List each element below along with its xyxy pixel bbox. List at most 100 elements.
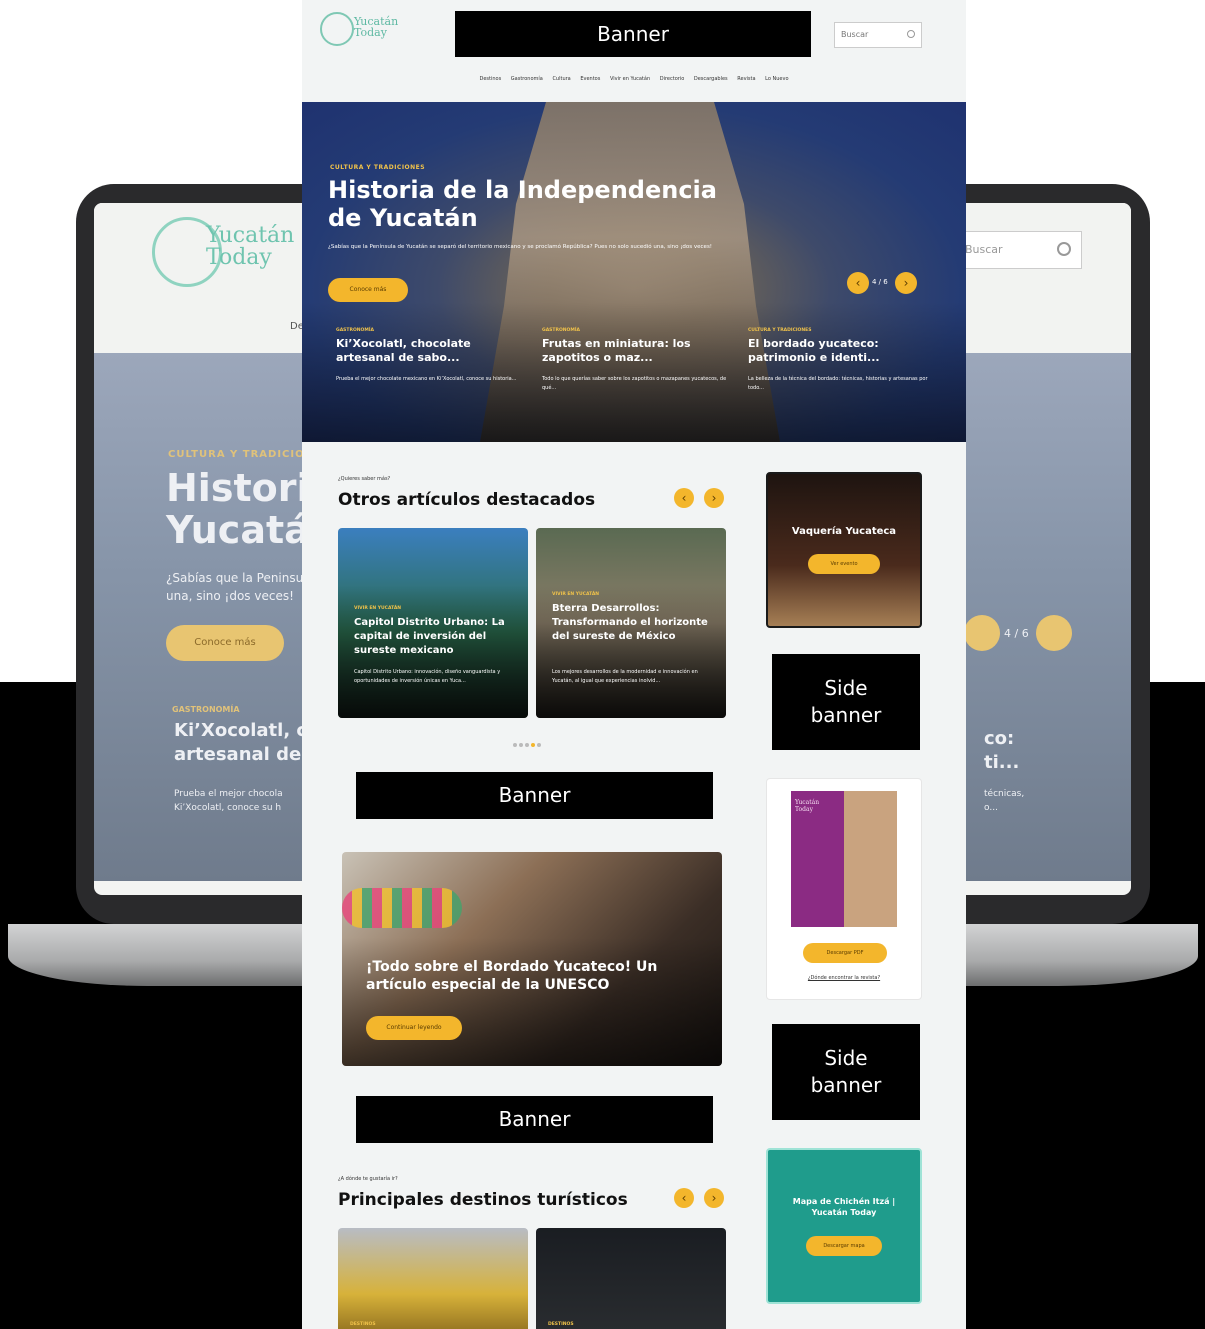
hero-card-title: Frutas en miniatura: los zapotitos o maz… xyxy=(542,337,691,364)
card-text: Capitol Distrito Urbano: innovación, dis… xyxy=(354,669,501,684)
laptop-right-text-line1: técnicas, xyxy=(984,789,1025,799)
hero-prev-arrow-icon[interactable]: ‹ xyxy=(847,272,869,294)
main-content: ¿Quieres saber más? Otros artículos dest… xyxy=(302,442,966,1329)
hero-card-category: CULTURA Y TRADICIONES xyxy=(748,328,812,333)
featured-pagination xyxy=(512,732,542,751)
destination-category: DESTINOS xyxy=(350,1322,376,1327)
featured-next-arrow-icon[interactable]: › xyxy=(704,488,724,508)
pagination-dot[interactable] xyxy=(519,743,523,747)
hero-title[interactable]: Historia de la Independencia de Yucatán xyxy=(328,176,748,232)
sidebar-guide-card: Yucatán Today Descargar PDF ¿Dónde encon… xyxy=(766,778,922,1000)
hero-card-text: Todo lo que querías saber sobre los zapo… xyxy=(542,376,727,391)
destinations-next-arrow-icon[interactable]: › xyxy=(704,1188,724,1208)
site-logo-text[interactable]: Yucatán Today xyxy=(354,16,398,38)
nav-item-lo-nuevo[interactable]: Lo Nuevo xyxy=(765,76,788,82)
side-banner-2-line2: banner xyxy=(810,1073,882,1097)
top-banner[interactable]: Banner xyxy=(455,11,811,57)
nav-item-revista[interactable]: Revista xyxy=(737,76,755,82)
lower-banner[interactable]: Banner xyxy=(356,1096,713,1143)
guide-cover-title: Yucatán Today xyxy=(795,799,819,813)
card-category: VIVIR EN YUCATÁN xyxy=(552,592,600,597)
search-placeholder: Buscar xyxy=(841,30,869,39)
destination-category: DESTINOS xyxy=(548,1322,574,1327)
side-banner-1[interactable]: Side banner xyxy=(772,654,920,750)
feature-title: ¡Todo sobre el Bordado Yucateco! Un artí… xyxy=(366,959,658,993)
laptop-hero-subtitle-line2: una, sino ¡dos veces! xyxy=(166,589,294,603)
map-button[interactable]: Descargar mapa xyxy=(806,1236,882,1256)
site-logo-icon[interactable] xyxy=(320,12,354,46)
laptop-right-title-line1: co: xyxy=(984,728,1015,749)
guide-link[interactable]: ¿Dónde encontrar la revista? xyxy=(767,975,921,981)
hero-card[interactable]: CULTURA Y TRADICIONES El bordado yucatec… xyxy=(748,328,938,393)
laptop-card-category: GASTRONOMÍA xyxy=(172,705,240,714)
sidebar-map-card[interactable]: Mapa de Chichén Itzá | Yucatán Today Des… xyxy=(766,1148,922,1304)
card-title: Capitol Distrito Urbano: La capital de i… xyxy=(354,617,505,656)
laptop-right-text: técnicas, o... xyxy=(984,787,1024,815)
guide-download-button[interactable]: Descargar PDF xyxy=(803,943,887,963)
guide-cover-line2: Today xyxy=(795,806,813,813)
nav-item-gastronomia[interactable]: Gastronomía xyxy=(511,76,543,82)
search-input[interactable]: Buscar xyxy=(834,22,922,48)
pagination-dot[interactable] xyxy=(513,743,517,747)
hero-next-arrow-icon[interactable]: › xyxy=(895,272,917,294)
destinations-title: Principales destinos turísticos xyxy=(338,1190,628,1210)
pagination-dot[interactable] xyxy=(525,743,529,747)
vaqueria-title: Vaquería Yucateca xyxy=(791,526,897,537)
side-banner-2-line1: Side xyxy=(824,1046,868,1070)
nav-item-descargables[interactable]: Descargables xyxy=(694,76,728,82)
laptop-logo-line1: Yucatán xyxy=(206,223,295,248)
laptop-right-title: co: ti... xyxy=(984,727,1019,775)
featured-title: Otros artículos destacados xyxy=(338,490,596,510)
hero-card[interactable]: GASTRONOMÍA Frutas en miniatura: los zap… xyxy=(542,328,732,393)
middle-banner[interactable]: Banner xyxy=(356,772,713,819)
search-icon xyxy=(907,30,915,38)
laptop-right-text-line2: o... xyxy=(984,803,998,813)
pagination-dot-active[interactable] xyxy=(531,743,535,747)
laptop-hero-button[interactable]: Conoce más xyxy=(166,625,284,661)
featured-kicker: ¿Quieres saber más? xyxy=(338,476,391,482)
side-banner-1-line1: Side xyxy=(824,676,868,700)
hero-button[interactable]: Conoce más xyxy=(328,278,408,302)
vaqueria-button[interactable]: Ver evento xyxy=(808,554,880,574)
laptop-next-arrow-icon[interactable] xyxy=(1036,615,1072,651)
feature-button[interactable]: Continuar leyendo xyxy=(366,1016,462,1040)
nav-item-destinos[interactable]: Destinos xyxy=(479,76,501,82)
side-banner-1-line2: banner xyxy=(810,703,882,727)
hero-card-category: GASTRONOMÍA xyxy=(336,328,375,333)
hero-card-title: El bordado yucateco: patrimonio e identi… xyxy=(748,337,880,364)
nav-item-vivir[interactable]: Vivir en Yucatán xyxy=(610,76,650,82)
laptop-card-text-line1: Prueba el mejor chocola xyxy=(174,789,283,799)
laptop-card-text-line2: Ki’Xocolatl, conoce su h xyxy=(174,803,282,813)
nav-item-cultura[interactable]: Cultura xyxy=(552,76,570,82)
nav-item-directorio[interactable]: Directorio xyxy=(660,76,685,82)
laptop-search-placeholder: Buscar xyxy=(965,243,1003,256)
destinations-kicker: ¿A dónde te gustaría ir? xyxy=(338,1176,398,1182)
hero-category: CULTURA Y TRADICIONES xyxy=(330,164,426,171)
nav-item-eventos[interactable]: Eventos xyxy=(580,76,600,82)
laptop-logo-text: Yucatán Today xyxy=(206,225,294,269)
laptop-slider-count: 4 / 6 xyxy=(1004,627,1029,640)
guide-cover-line1: Yucatán xyxy=(795,799,820,806)
hero-card[interactable]: GASTRONOMÍA Ki’Xocolatl, chocolate artes… xyxy=(336,328,526,384)
laptop-card-text: Prueba el mejor chocola Ki’Xocolatl, con… xyxy=(174,787,283,815)
destinations-prev-arrow-icon[interactable]: ‹ xyxy=(674,1188,694,1208)
card-text: Los mejores desarrollos de la modernidad… xyxy=(552,669,698,684)
featured-prev-arrow-icon[interactable]: ‹ xyxy=(674,488,694,508)
hero-slider: CULTURA Y TRADICIONES Historia de la Ind… xyxy=(302,102,966,442)
sidebar-vaqueria-card[interactable]: Vaquería Yucateca Ver evento xyxy=(766,472,922,628)
site-logo-line2: Today xyxy=(354,26,387,39)
laptop-prev-arrow-icon[interactable] xyxy=(964,615,1000,651)
hero-card-text: La belleza de la técnica del bordado: té… xyxy=(748,376,928,391)
hero-card-category: GASTRONOMÍA xyxy=(542,328,581,333)
feature-article[interactable]: ¡Todo sobre el Bordado Yucateco! Un artí… xyxy=(342,852,722,1066)
site-header: Yucatán Today Banner Buscar xyxy=(302,8,966,62)
pagination-dot[interactable] xyxy=(537,743,541,747)
hero-subtitle: ¿Sabías que la Península de Yucatán se s… xyxy=(328,244,713,250)
laptop-search-input[interactable]: Buscar xyxy=(954,231,1082,269)
destination-card[interactable]: DESTINOS xyxy=(536,1228,726,1329)
featured-card[interactable]: VIVIR EN YUCATÁN Capitol Distrito Urbano… xyxy=(338,528,528,718)
featured-card[interactable]: VIVIR EN YUCATÁN Bterra Desarrollos: Tra… xyxy=(536,528,726,718)
destination-card[interactable]: DESTINOS xyxy=(338,1228,528,1329)
laptop-right-title-line2: ti... xyxy=(984,752,1020,773)
side-banner-2[interactable]: Side banner xyxy=(772,1024,920,1120)
